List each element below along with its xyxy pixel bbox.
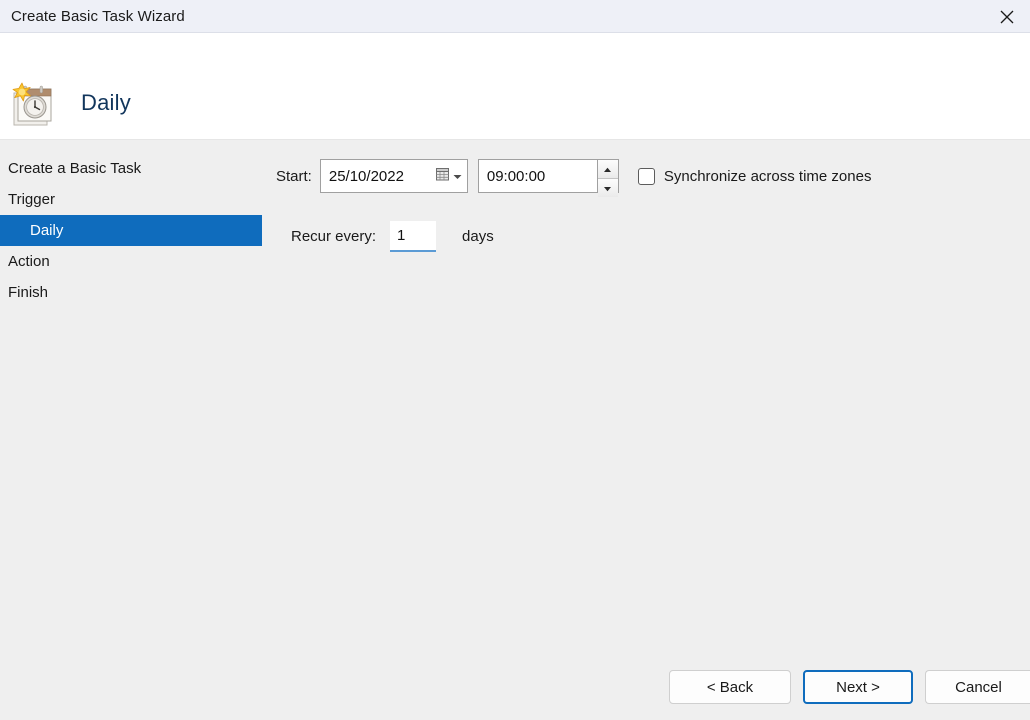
calendar-dropdown-button[interactable] (435, 167, 462, 186)
recur-every-label: Recur every: (291, 228, 376, 245)
chevron-down-icon (453, 168, 462, 185)
sidebar-item-finish[interactable]: Finish (0, 277, 262, 308)
recur-row: Recur every: 1 days (291, 221, 494, 252)
sidebar-item-trigger[interactable]: Trigger (0, 184, 262, 215)
cancel-button[interactable]: Cancel (925, 670, 1030, 704)
spinner-down-icon (603, 179, 612, 197)
wizard-header: Daily (0, 33, 1030, 140)
step-label: Create a Basic Task (8, 160, 141, 177)
recur-every-value: 1 (397, 227, 405, 244)
window-title: Create Basic Task Wizard (11, 8, 185, 25)
time-spinner[interactable] (597, 159, 619, 193)
start-time-value: 09:00:00 (487, 168, 545, 185)
spinner-up-button[interactable] (598, 160, 618, 179)
step-label: Trigger (8, 191, 55, 208)
back-button[interactable]: < Back (669, 670, 791, 704)
calendar-icon (435, 167, 450, 186)
spinner-down-button[interactable] (598, 179, 618, 197)
step-label: Daily (30, 222, 63, 239)
spinner-up-icon (603, 160, 612, 178)
next-button[interactable]: Next > (803, 670, 913, 704)
recur-unit-label: days (462, 228, 494, 245)
checkbox-box[interactable] (638, 168, 655, 185)
start-time-input[interactable]: 09:00:00 (478, 159, 598, 193)
close-icon (999, 9, 1015, 25)
recur-every-input[interactable]: 1 (390, 221, 436, 252)
start-label: Start: (276, 168, 312, 185)
step-label: Action (8, 253, 50, 270)
wizard-footer: < Back Next > Cancel (0, 658, 1030, 720)
calendar-clock-task-icon (9, 80, 59, 130)
window-titlebar: Create Basic Task Wizard (0, 0, 1030, 33)
wizard-step-list: Create a Basic Task Trigger Daily Action… (0, 153, 262, 308)
wizard-body: Create a Basic Task Trigger Daily Action… (0, 141, 1030, 720)
start-date-input[interactable]: 25/10/2022 (320, 159, 468, 193)
start-row: Start: 25/10/2022 (276, 159, 871, 193)
sync-time-zones-checkbox[interactable]: Synchronize across time zones (638, 168, 872, 185)
sidebar-item-create-a-basic-task[interactable]: Create a Basic Task (0, 153, 262, 184)
close-button[interactable] (984, 0, 1030, 33)
sidebar-item-daily[interactable]: Daily (0, 215, 262, 246)
sync-time-zones-label: Synchronize across time zones (664, 168, 872, 185)
start-date-value: 25/10/2022 (329, 168, 404, 185)
page-title: Daily (81, 90, 131, 116)
step-label: Finish (8, 284, 48, 301)
sidebar-item-action[interactable]: Action (0, 246, 262, 277)
